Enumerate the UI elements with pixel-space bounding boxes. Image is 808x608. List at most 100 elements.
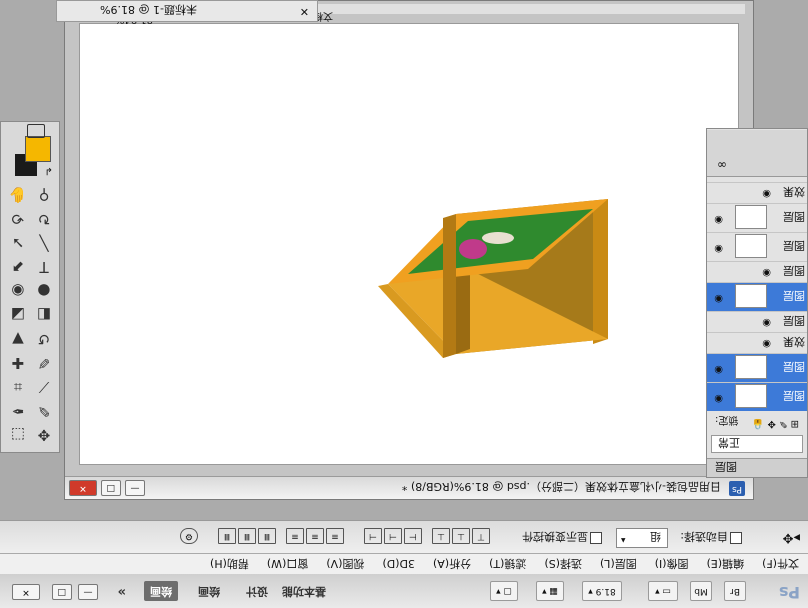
- visibility-eye-icon[interactable]: ◉: [711, 364, 723, 375]
- workspace-design[interactable]: 设计: [246, 581, 268, 601]
- effect-eye-icon[interactable]: ◉: [759, 338, 771, 349]
- distribute-hcenter-icon[interactable]: Ⅲ: [238, 528, 256, 544]
- visibility-eye-icon[interactable]: ◉: [711, 214, 723, 225]
- menu-3d[interactable]: 3D(D): [373, 558, 424, 571]
- menu-edit[interactable]: 编辑(E): [698, 556, 754, 572]
- type-tool-icon[interactable]: T: [33, 256, 55, 278]
- layers-tab-bar: 图层: [707, 458, 807, 477]
- auto-select-dropdown[interactable]: 组 ▴: [616, 528, 668, 548]
- marquee-tool-icon[interactable]: ⬚: [7, 424, 29, 446]
- move-tool-icon[interactable]: ✥: [33, 424, 55, 446]
- lock-icons[interactable]: ⊞ ✎ ✥ 🔒: [752, 418, 799, 429]
- foreground-color-swatch[interactable]: [25, 136, 51, 162]
- menu-select[interactable]: 选择(S): [535, 556, 591, 572]
- document-tab[interactable]: ✕ 未标题-1 @ 81.9%: [56, 0, 318, 22]
- doc-close-icon[interactable]: ✕: [69, 480, 97, 496]
- stamp-tool-icon[interactable]: ▼: [7, 328, 29, 350]
- effect-eye-icon[interactable]: ◉: [759, 267, 771, 278]
- maximize-icon[interactable]: □: [52, 584, 72, 600]
- show-transform-checkbox[interactable]: [590, 532, 602, 544]
- 3d-orbit-icon[interactable]: ⟲: [7, 208, 29, 230]
- more-workspaces-icon[interactable]: »: [118, 581, 126, 601]
- arrange-documents-button[interactable]: ▦ ▾: [536, 581, 564, 601]
- layer-effect-row[interactable]: 效果 ◉: [707, 332, 807, 353]
- crop-tool-icon[interactable]: ⌗: [7, 376, 29, 398]
- menu-view[interactable]: 视图(V): [317, 556, 373, 572]
- healing-tool-icon[interactable]: ✚: [7, 352, 29, 374]
- layer-effect-row[interactable]: 效果 ◉: [707, 182, 807, 203]
- layers-panel: 图层 正常 锁定: ⊞ ✎ ✥ 🔒 图层 ◉ 图层 ◉ 效果 ◉ 图层 ◉ 图层…: [706, 128, 808, 478]
- menu-window[interactable]: 窗口(W): [258, 556, 317, 572]
- align-bottom-icon[interactable]: ⊥: [432, 528, 450, 544]
- bridge-button[interactable]: Br: [724, 581, 746, 601]
- history-brush-icon[interactable]: ↺: [33, 328, 55, 350]
- brush-tool-icon[interactable]: ✐: [33, 352, 55, 374]
- move-tool-preset-icon[interactable]: ▸✥: [783, 530, 800, 545]
- label-logo-graphic: [482, 232, 514, 244]
- layer-effect-row[interactable]: 图层 ◉: [707, 261, 807, 282]
- view-extras-button[interactable]: ▭ ▾: [648, 581, 678, 601]
- direct-select-icon[interactable]: ➘: [7, 232, 29, 254]
- effect-eye-icon[interactable]: ◉: [759, 188, 771, 199]
- visibility-eye-icon[interactable]: ◉: [711, 243, 723, 254]
- layer-row[interactable]: 图层 ◉: [707, 232, 807, 261]
- layers-tab[interactable]: 图层: [715, 459, 737, 475]
- visibility-eye-icon[interactable]: ◉: [711, 293, 723, 304]
- blur-tool-icon[interactable]: ◉: [7, 280, 29, 302]
- menu-layer[interactable]: 图层(L): [591, 556, 646, 572]
- doc-maximize-icon[interactable]: □: [101, 480, 121, 496]
- 3d-rotate-icon[interactable]: ↻: [33, 208, 55, 230]
- align-top-icon[interactable]: ⊤: [472, 528, 490, 544]
- layer-effect-row[interactable]: 图层 ◉: [707, 311, 807, 332]
- distribute-bottom-icon[interactable]: ≡: [286, 528, 304, 544]
- layer-row[interactable]: 图层 ◉: [707, 382, 807, 411]
- align-right-icon[interactable]: ⊣: [364, 528, 382, 544]
- eyedropper-tool-icon[interactable]: ✎: [33, 400, 55, 422]
- burn-tool-icon[interactable]: ●: [33, 280, 55, 302]
- shape-tool-icon[interactable]: ╲: [33, 232, 55, 254]
- workspace-essentials[interactable]: 基本功能: [282, 581, 326, 601]
- align-hcenter-icon[interactable]: ⊣: [384, 528, 402, 544]
- zoom-level[interactable]: 81.9 ▾: [582, 581, 622, 601]
- hand-tool-icon[interactable]: ✋: [7, 184, 29, 206]
- blend-mode-dropdown[interactable]: 正常: [711, 435, 803, 453]
- menu-help[interactable]: 帮助(H): [201, 556, 258, 572]
- doc-minimize-icon[interactable]: —: [125, 480, 145, 496]
- mini-bridge-button[interactable]: Mb: [690, 581, 712, 601]
- chevron-down-icon: ▴: [621, 535, 626, 545]
- ruler-tool-icon[interactable]: ⟋: [33, 376, 55, 398]
- distribute-top-icon[interactable]: ≡: [326, 528, 344, 544]
- path-select-icon[interactable]: ⬈: [7, 256, 29, 278]
- close-icon[interactable]: ✕: [12, 584, 40, 600]
- align-left-icon[interactable]: ⊢: [404, 528, 422, 544]
- quick-mask-icon[interactable]: [27, 124, 45, 138]
- auto-align-icon[interactable]: ⚙: [180, 528, 198, 544]
- distribute-right-icon[interactable]: Ⅲ: [218, 528, 236, 544]
- minimize-icon[interactable]: —: [78, 584, 98, 600]
- eraser-tool-icon[interactable]: ◪: [7, 304, 29, 326]
- gradient-tool-icon[interactable]: ◧: [33, 304, 55, 326]
- workspace-active[interactable]: 绘画: [144, 581, 178, 601]
- menu-image[interactable]: 图像(I): [646, 556, 698, 572]
- document-tab-close-icon[interactable]: ✕: [300, 5, 309, 18]
- pen-tool-icon[interactable]: ✒: [7, 400, 29, 422]
- layer-row[interactable]: 图层 ◉: [707, 282, 807, 311]
- align-vcenter-icon[interactable]: ⊥: [452, 528, 470, 544]
- swap-colors-icon[interactable]: ↲: [45, 165, 53, 176]
- visibility-eye-icon[interactable]: ◉: [711, 393, 723, 404]
- layer-row[interactable]: 图层 ◉: [707, 203, 807, 232]
- effect-eye-icon[interactable]: ◉: [759, 317, 771, 328]
- menu-analysis[interactable]: 分析(A): [424, 556, 480, 572]
- auto-select-checkbox[interactable]: [730, 532, 742, 544]
- document-canvas[interactable]: [79, 23, 739, 465]
- link-layers-icon[interactable]: ∞: [717, 158, 727, 172]
- distribute-left-icon[interactable]: Ⅲ: [258, 528, 276, 544]
- workspace-painting[interactable]: 绘画: [198, 581, 220, 601]
- screen-mode-button[interactable]: ▢ ▾: [490, 581, 518, 601]
- layer-row[interactable]: 图层 ◉: [707, 353, 807, 382]
- zoom-tool-icon[interactable]: ⚲: [33, 184, 55, 206]
- menu-file[interactable]: 文件(F): [753, 556, 808, 572]
- distribute-vcenter-icon[interactable]: ≡: [306, 528, 324, 544]
- menu-filter[interactable]: 滤镜(T): [480, 556, 535, 572]
- lock-label: 锁定:: [715, 414, 739, 425]
